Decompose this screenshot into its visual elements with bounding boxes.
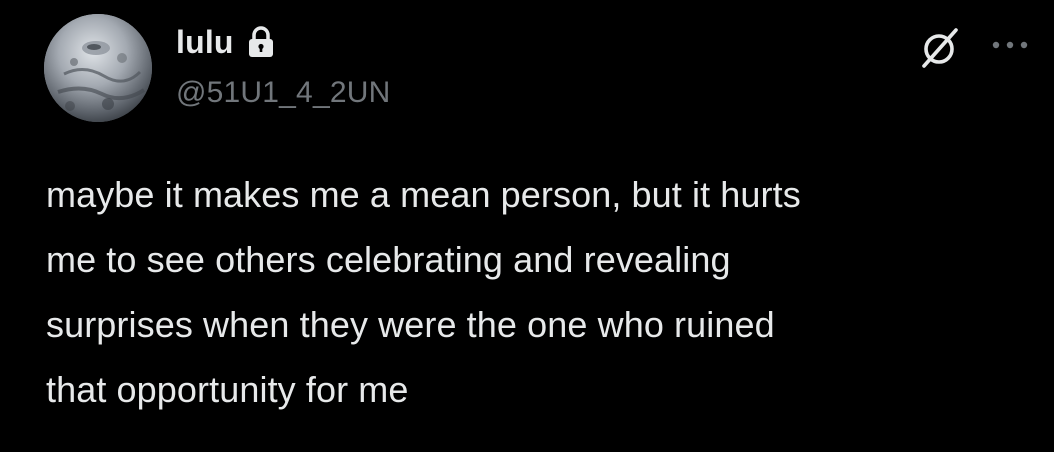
display-name[interactable]: lulu: [176, 24, 234, 61]
tweet-text: maybe it makes me a mean person, but it …: [46, 174, 801, 410]
tweet-card: lulu @51U1_4_2UN maybe it makes me a mea…: [0, 0, 1054, 452]
avatar-image: [44, 14, 152, 122]
grok-icon[interactable]: [918, 26, 962, 70]
lock-icon: [246, 25, 276, 59]
author-name-row[interactable]: lulu: [176, 20, 276, 64]
avatar[interactable]: [44, 14, 152, 122]
more-dots-icon[interactable]: [988, 30, 1032, 60]
author-handle[interactable]: @51U1_4_2UN: [176, 76, 390, 110]
